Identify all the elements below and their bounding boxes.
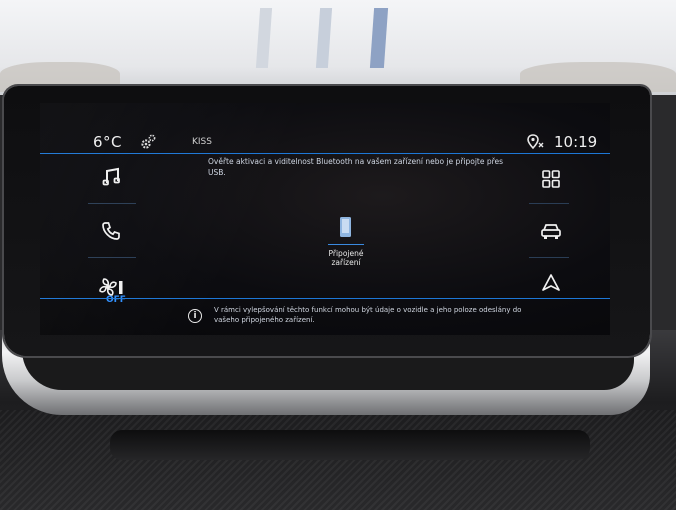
car-icon [541, 224, 561, 239]
media-button[interactable] [80, 155, 142, 199]
vehicle-button[interactable] [527, 209, 575, 253]
menu-divider [529, 203, 569, 204]
air-vent [110, 430, 590, 460]
bluetooth-notice: Ověřte aktivaci a viditelnost Bluetooth … [208, 157, 504, 177]
status-bar [40, 129, 610, 154]
smartphone-icon [340, 217, 351, 237]
apps-button[interactable] [527, 157, 575, 201]
infotainment-screen: 6°C KISS 10:19 OFF Ověřte aktivaci a vid… [40, 103, 610, 335]
dashboard-texture [0, 410, 676, 510]
apps-grid-icon [542, 170, 560, 188]
device-label-line2: zařízení [331, 258, 361, 267]
device-label: Připojené zařízení [322, 249, 370, 267]
device-underline [328, 244, 364, 245]
music-note-icon [102, 167, 120, 186]
connected-device-tile[interactable]: Připojené zařízení [322, 216, 370, 267]
device-label-line1: Připojené [328, 249, 364, 258]
menu-divider [88, 257, 136, 258]
menu-divider [88, 203, 136, 204]
outside-temperature: 6°C [93, 133, 123, 151]
navigation-arrow-icon [542, 274, 560, 291]
gear-icon[interactable] [140, 134, 156, 150]
phone-icon [102, 222, 120, 240]
audio-source[interactable]: KISS [192, 137, 212, 147]
clock: 10:19 [554, 133, 598, 151]
info-text: V rámci vylepšování těchto funkcí mohou … [214, 306, 522, 324]
phone-button[interactable] [80, 209, 142, 253]
left-menu [80, 155, 142, 311]
right-menu [527, 155, 575, 311]
location-pin-icon[interactable] [527, 134, 545, 150]
info-icon[interactable]: i [188, 309, 202, 323]
menu-divider [529, 257, 569, 258]
